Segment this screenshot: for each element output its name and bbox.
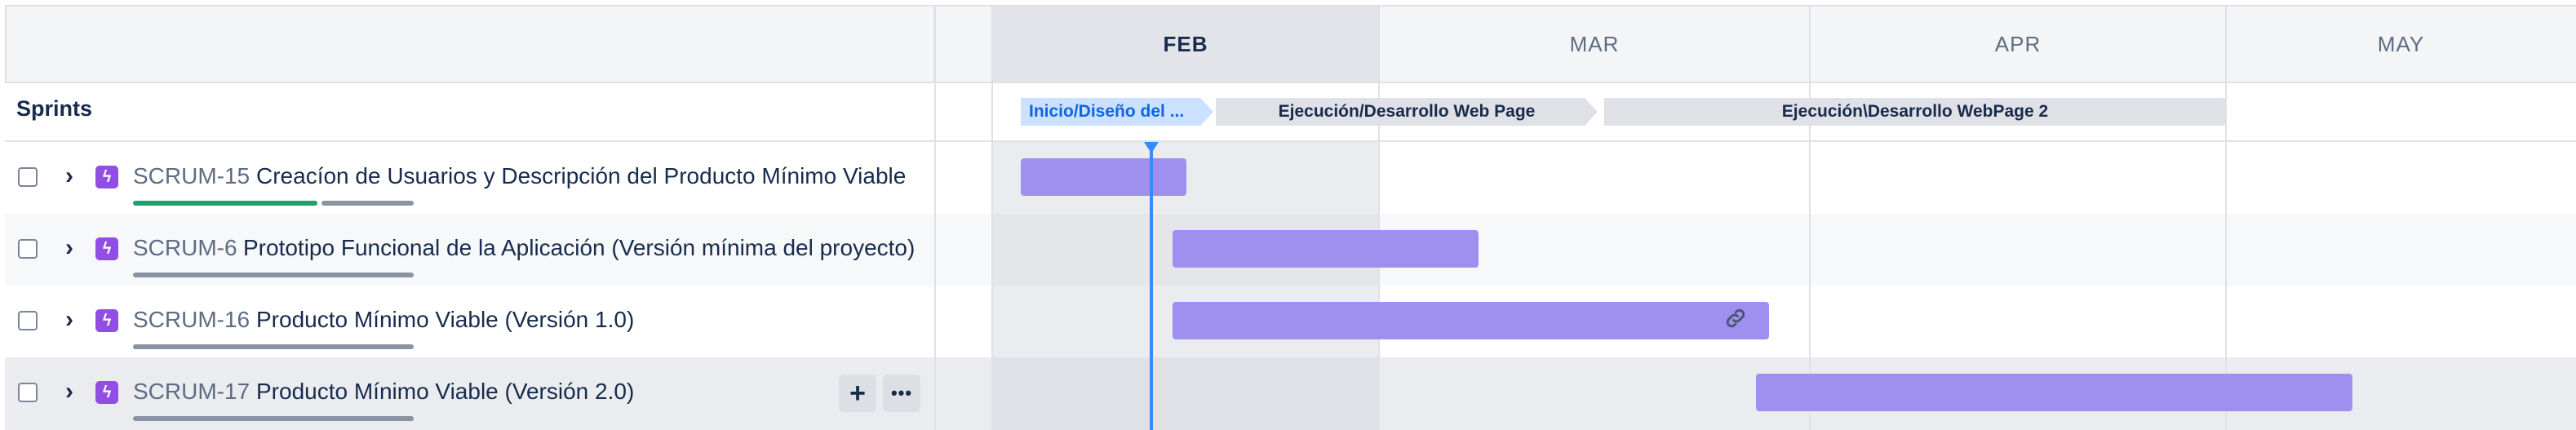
expand-chevron-icon[interactable]: › bbox=[65, 379, 73, 404]
epic-lightning-icon: ϟ bbox=[95, 381, 118, 404]
issue-title[interactable]: Producto Mínimo Viable (Versión 2.0) bbox=[256, 379, 634, 405]
epic-lightning-icon: ϟ bbox=[95, 237, 118, 260]
month-divider bbox=[1809, 5, 1811, 430]
issue-key[interactable]: SCRUM-15 bbox=[133, 163, 250, 189]
progress-bar-todo bbox=[133, 416, 414, 421]
issue-title[interactable]: Prototipo Funcional de la Aplicación (Ve… bbox=[243, 235, 915, 261]
today-marker-head-icon bbox=[1144, 142, 1159, 153]
epic-lightning-icon: ϟ bbox=[95, 309, 118, 332]
dependency-link-icon[interactable] bbox=[1723, 306, 1748, 336]
issue-title[interactable]: Producto Mínimo Viable (Versión 1.0) bbox=[256, 307, 634, 333]
progress-bar-todo bbox=[133, 344, 414, 349]
row-select-checkbox[interactable] bbox=[18, 383, 38, 402]
sprint-chip[interactable]: Ejecución\Desarrollo WebPage 2 bbox=[1604, 98, 2226, 126]
month-divider bbox=[2225, 5, 2227, 430]
month-header-may: MAY bbox=[2226, 5, 2576, 83]
schedule-bar[interactable] bbox=[1173, 230, 1479, 268]
list-header bbox=[5, 5, 935, 83]
add-child-button[interactable]: + bbox=[839, 375, 876, 412]
expand-chevron-icon[interactable]: › bbox=[65, 164, 73, 188]
sprint-label: Ejecución\Desarrollo WebPage 2 bbox=[1781, 102, 2049, 121]
more-actions-button[interactable]: ••• bbox=[883, 375, 920, 412]
divider bbox=[5, 140, 2576, 142]
schedule-bar[interactable] bbox=[1173, 302, 1769, 339]
issue-key[interactable]: SCRUM-17 bbox=[133, 379, 250, 405]
month-divider bbox=[1378, 5, 1380, 430]
sprints-row-label: Sprints bbox=[16, 96, 93, 121]
column-divider bbox=[991, 5, 993, 430]
month-header-apr: APR bbox=[1810, 5, 2226, 83]
issue-key[interactable]: SCRUM-16 bbox=[133, 307, 250, 333]
sprint-label: Ejecución/Desarrollo Web Page bbox=[1278, 102, 1536, 121]
issue-title[interactable]: Creacíon de Usuarios y Descripción del P… bbox=[256, 163, 906, 189]
epic-lightning-icon: ϟ bbox=[95, 166, 118, 188]
month-header-mar: MAR bbox=[1379, 5, 1810, 83]
sprint-chip-active[interactable]: Inicio/Diseño del ... bbox=[1021, 98, 1213, 126]
row-select-checkbox[interactable] bbox=[18, 311, 38, 330]
progress-bar-todo bbox=[321, 201, 414, 206]
sprint-chip[interactable]: Ejecución/Desarrollo Web Page bbox=[1216, 98, 1598, 126]
today-marker-line bbox=[1150, 149, 1153, 430]
current-month-shade bbox=[992, 357, 1379, 430]
progress-bar-todo bbox=[133, 273, 414, 277]
column-divider bbox=[934, 5, 936, 430]
sprint-label: Inicio/Diseño del ... bbox=[1029, 102, 1185, 121]
header-spacer bbox=[935, 5, 992, 83]
row-select-checkbox[interactable] bbox=[18, 167, 38, 187]
month-header-feb: FEB bbox=[992, 5, 1379, 83]
schedule-bar[interactable] bbox=[1756, 374, 2352, 411]
expand-chevron-icon[interactable]: › bbox=[65, 236, 73, 260]
issue-key[interactable]: SCRUM-6 bbox=[133, 235, 237, 261]
schedule-bar[interactable] bbox=[1021, 158, 1186, 196]
progress-bar-done bbox=[133, 201, 317, 206]
expand-chevron-icon[interactable]: › bbox=[65, 308, 73, 332]
row-select-checkbox[interactable] bbox=[18, 239, 38, 259]
